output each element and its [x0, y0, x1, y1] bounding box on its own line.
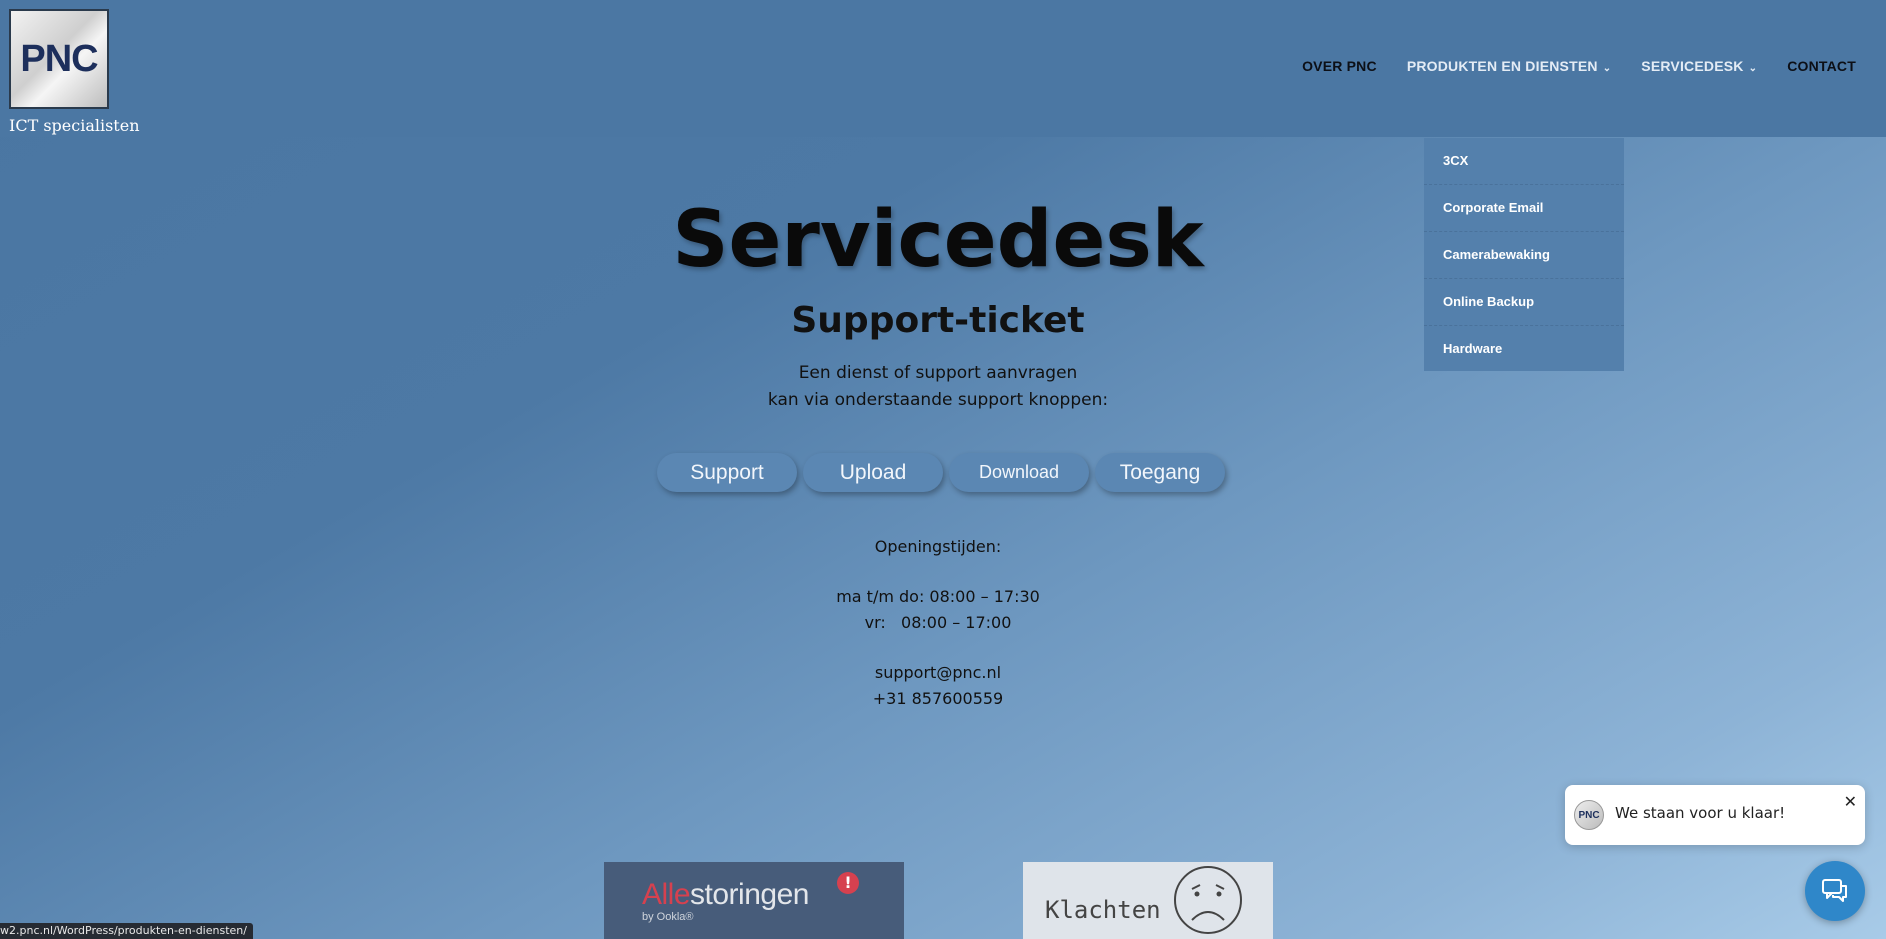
support-phone[interactable]: +31 857600559 — [0, 686, 1876, 712]
page-title: Servicedesk — [672, 195, 1204, 285]
chat-launcher-button[interactable] — [1805, 861, 1865, 921]
opening-hours: Openingstijden: ma t/m do: 08:00 – 17:30… — [0, 534, 1876, 712]
alle-text-grey: storingen — [690, 878, 809, 911]
nav-over-pnc[interactable]: OVER PNC — [1302, 58, 1377, 74]
logo-text: PNC — [20, 37, 98, 80]
hours-heading: Openingstijden: — [874, 537, 1002, 556]
alert-icon: ! — [837, 872, 859, 894]
toegang-button[interactable]: Toegang — [1095, 453, 1225, 492]
allestoringen-logo-text: Allestoringen — [642, 878, 809, 912]
chevron-down-icon: ⌄ — [1748, 63, 1758, 74]
chevron-down-icon: ⌄ — [1602, 63, 1612, 74]
upload-button[interactable]: Upload — [803, 453, 943, 492]
support-button-row: Support Upload Download Toegang — [657, 453, 1225, 492]
sad-face-icon — [1174, 866, 1242, 934]
site-header: PNC ICT specialisten OVER PNC PRODUKTEN … — [0, 0, 1886, 137]
description-line-2: kan via onderstaande support knoppen: — [767, 390, 1109, 410]
description-line-1: Een dienst of support aanvragen — [798, 363, 1078, 383]
dropdown-item-3cx[interactable]: 3CX — [1424, 138, 1624, 185]
chat-icon — [1822, 879, 1847, 902]
hours-mon-thu: ma t/m do: 08:00 – 17:30 — [836, 587, 1040, 606]
hours-fri: vr: 08:00 – 17:00 — [864, 613, 1012, 632]
site-tagline: ICT specialisten — [9, 116, 140, 135]
allestoringen-byline: by Ookla® — [642, 911, 694, 923]
klachten-badge[interactable]: Klachten — [1023, 862, 1273, 939]
nav-servicedesk-label: SERVICEDESK — [1641, 58, 1744, 74]
nav-servicedesk[interactable]: SERVICEDESK ⌄ — [1641, 58, 1757, 74]
nav-produkten-label: PRODUKTEN EN DIENSTEN — [1406, 58, 1598, 74]
pnc-logo[interactable]: PNC — [9, 9, 109, 109]
support-button[interactable]: Support — [657, 453, 797, 492]
nav-produkten-en-diensten[interactable]: PRODUKTEN EN DIENSTEN ⌄ — [1407, 58, 1611, 74]
allestoringen-badge[interactable]: Allestoringen ! by Ookla® — [604, 862, 904, 939]
page-subtitle: Support-ticket — [791, 300, 1085, 341]
alle-text-red: Alle — [642, 878, 691, 911]
download-button[interactable]: Download — [949, 453, 1089, 492]
chat-greeting-bubble[interactable]: PNC We staan voor u klaar! ✕ — [1565, 785, 1865, 845]
page-description: Een dienst of support aanvragen kan via … — [0, 360, 1876, 414]
klachten-label: Klachten — [1045, 896, 1161, 924]
nav-contact[interactable]: CONTACT — [1787, 58, 1856, 74]
status-bar-url: w2.pnc.nl/WordPress/produkten-en-dienste… — [0, 923, 253, 939]
main-nav: OVER PNC PRODUKTEN EN DIENSTEN ⌄ SERVICED… — [1272, 58, 1856, 74]
chat-greeting-text: We staan voor u klaar! — [1615, 804, 1786, 822]
chat-avatar: PNC — [1574, 800, 1604, 830]
support-email[interactable]: support@pnc.nl — [0, 660, 1876, 686]
close-icon[interactable]: ✕ — [1844, 792, 1857, 811]
